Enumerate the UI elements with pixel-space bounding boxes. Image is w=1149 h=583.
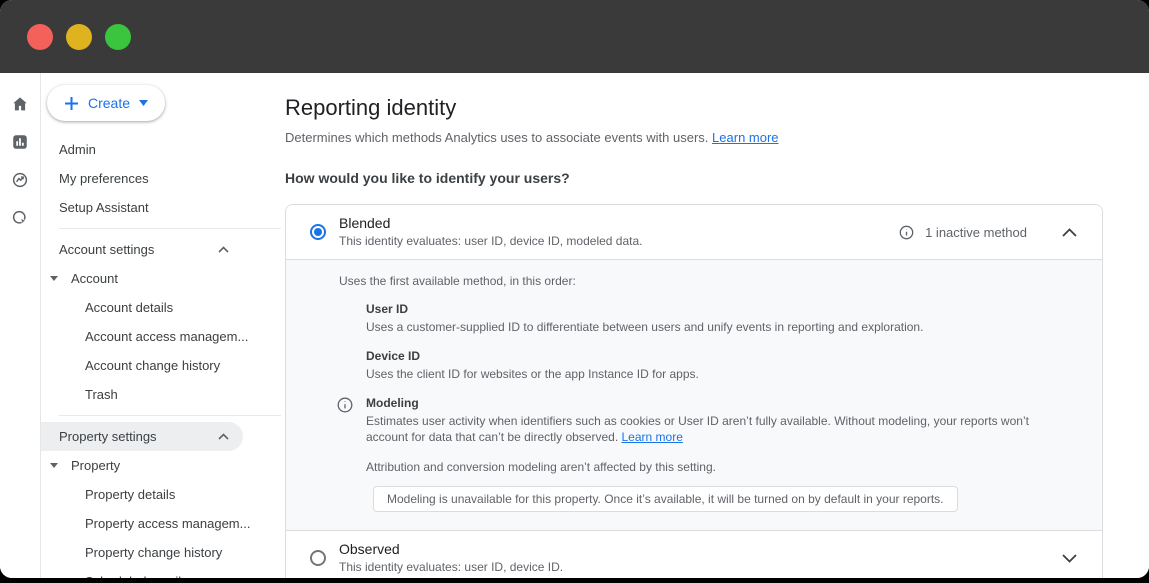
observed-radio[interactable] — [310, 550, 326, 566]
observed-option-text: Observed This identity evaluates: user I… — [339, 541, 1038, 575]
observed-row-right — [1038, 548, 1082, 568]
app-window: Create Admin My preferences Setup Assist… — [0, 0, 1149, 578]
learn-more-link[interactable]: Learn more — [712, 130, 778, 145]
sidebar-divider — [59, 415, 281, 416]
sidebar-item-account-access-management[interactable]: Account access managem... — [41, 322, 285, 351]
page-subtitle: Determines which methods Analytics uses … — [285, 129, 1103, 147]
sidebar-item-admin[interactable]: Admin — [41, 135, 285, 164]
zoom-window-button[interactable] — [105, 24, 131, 50]
nav-rail — [0, 73, 41, 578]
minimize-window-button[interactable] — [66, 24, 92, 50]
identity-question: How would you like to identify your user… — [285, 170, 1103, 186]
app-body: Create Admin My preferences Setup Assist… — [0, 73, 1149, 578]
observed-description: This identity evaluates: user ID, device… — [339, 560, 1038, 575]
blended-radio[interactable] — [310, 224, 326, 240]
chevron-up-icon — [1062, 228, 1077, 237]
close-window-button[interactable] — [27, 24, 53, 50]
caret-down-icon — [139, 100, 148, 106]
observed-option-row[interactable]: Observed This identity evaluates: user I… — [286, 530, 1102, 578]
sidebar-tree-account[interactable]: Account — [41, 264, 285, 293]
modeling-note: Attribution and conversion modeling aren… — [366, 460, 1078, 474]
blended-option-text: Blended This identity evaluates: user ID… — [339, 215, 899, 249]
method-name: Device ID — [366, 349, 1078, 363]
method-name: User ID — [366, 302, 1078, 316]
expand-observed-button[interactable] — [1062, 548, 1082, 568]
sidebar-item-trash[interactable]: Trash — [41, 380, 285, 409]
chevron-up-icon — [218, 433, 229, 440]
sidebar-item-property-change-history[interactable]: Property change history — [41, 538, 285, 567]
admin-sidebar: Create Admin My preferences Setup Assist… — [41, 73, 285, 578]
method-user-id: User ID Uses a customer-supplied ID to d… — [366, 302, 1078, 335]
sidebar-item-property-access-management[interactable]: Property access managem... — [41, 509, 285, 538]
chevron-down-icon — [1062, 554, 1077, 563]
blended-details-panel: Uses the first available method, in this… — [286, 259, 1102, 530]
method-device-id: Device ID Uses the client ID for website… — [366, 349, 1078, 382]
section-label: Account settings — [59, 242, 154, 257]
sidebar-divider — [59, 228, 281, 229]
info-icon — [337, 397, 353, 418]
tree-label: Property — [71, 458, 120, 473]
sidebar-item-account-details[interactable]: Account details — [41, 293, 285, 322]
page-title: Reporting identity — [285, 95, 1103, 121]
sidebar-item-property-details[interactable]: Property details — [41, 480, 285, 509]
sidebar-item-scheduled-emails[interactable]: Scheduled emails — [41, 567, 285, 578]
modeling-unavailable-notice: Modeling is unavailable for this propert… — [373, 486, 958, 512]
tree-label: Account — [71, 271, 118, 286]
main-content: Reporting identity Determines which meth… — [285, 73, 1149, 578]
modeling-description: Estimates user activity when identifiers… — [366, 413, 1042, 445]
blended-description: This identity evaluates: user ID, device… — [339, 234, 899, 249]
reports-icon[interactable] — [11, 133, 29, 151]
details-intro: Uses the first available method, in this… — [339, 274, 1078, 288]
learn-more-link[interactable]: Learn more — [622, 430, 683, 444]
method-description: Uses the client ID for websites or the a… — [366, 366, 1042, 382]
blended-option-row[interactable]: Blended This identity evaluates: user ID… — [286, 205, 1102, 259]
caret-down-icon — [50, 276, 58, 281]
collapse-blended-button[interactable] — [1062, 222, 1082, 242]
observed-label: Observed — [339, 541, 1038, 558]
advertising-icon[interactable] — [11, 209, 29, 227]
blended-label: Blended — [339, 215, 899, 232]
caret-down-icon — [50, 463, 58, 468]
method-name: Modeling — [366, 396, 1078, 410]
blended-row-right: 1 inactive method — [899, 222, 1082, 242]
sidebar-tree-property[interactable]: Property — [41, 451, 285, 480]
inactive-method-badge: 1 inactive method — [925, 225, 1027, 240]
sidebar-item-my-preferences[interactable]: My preferences — [41, 164, 285, 193]
sidebar-section-property-settings[interactable]: Property settings — [41, 422, 243, 451]
home-icon[interactable] — [11, 95, 29, 113]
chevron-up-icon — [218, 246, 229, 253]
plus-icon — [64, 96, 79, 111]
identity-options-card: Blended This identity evaluates: user ID… — [285, 204, 1103, 578]
info-icon — [899, 225, 914, 240]
explore-icon[interactable] — [11, 171, 29, 189]
sidebar-item-setup-assistant[interactable]: Setup Assistant — [41, 193, 285, 222]
section-label: Property settings — [59, 429, 157, 444]
window-titlebar — [0, 0, 1149, 73]
modeling-description-text: Estimates user activity when identifiers… — [366, 414, 1029, 444]
subtitle-text: Determines which methods Analytics uses … — [285, 130, 708, 145]
sidebar-item-account-change-history[interactable]: Account change history — [41, 351, 285, 380]
method-modeling: Modeling Estimates user activity when id… — [366, 396, 1078, 512]
sidebar-section-account-settings[interactable]: Account settings — [41, 235, 243, 264]
create-button-label: Create — [88, 95, 130, 111]
create-button[interactable]: Create — [47, 85, 165, 121]
method-description: Uses a customer-supplied ID to different… — [366, 319, 1042, 335]
